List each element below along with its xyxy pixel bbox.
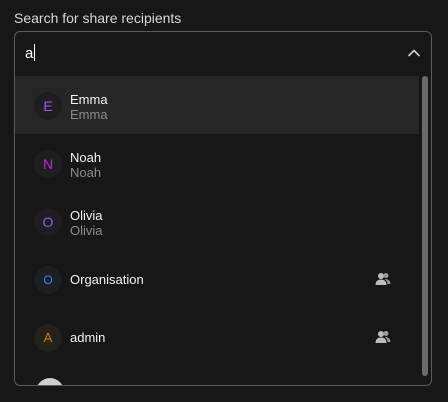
recipient-name: Emma [70,92,108,107]
avatar: E [34,92,62,120]
field-label: Search for share recipients [14,10,182,26]
search-input[interactable]: a [15,32,431,74]
avatar: O [34,266,62,294]
recipient-subtitle: Noah [70,165,102,180]
recipient-option-organisation[interactable]: O Organisation [15,250,419,308]
recipient-name: Organisation [70,272,144,287]
recipient-option-admin[interactable]: A admin [15,308,419,366]
scrollbar-thumb[interactable] [422,76,428,376]
group-icon [375,273,391,285]
recipient-option-emma[interactable]: E Emma Emma [15,76,419,134]
avatar: A [34,324,62,352]
avatar: O [34,208,62,236]
recipient-subtitle: Emma [70,107,108,122]
recipient-combobox[interactable]: a E Emma Emma N Noah Noah O Olivia Olivi… [14,31,432,386]
recipient-name: admin [70,330,106,345]
chevron-up-icon[interactable] [407,46,421,60]
list-scrollbar[interactable] [421,76,429,385]
avatar [36,378,64,385]
recipient-subtitle: Olivia [70,223,103,238]
recipient-list: E Emma Emma N Noah Noah O Olivia Olivia … [15,76,431,385]
recipient-name: Olivia [70,208,103,223]
avatar: N [34,150,62,178]
group-icon [375,331,391,343]
search-input-value: a [25,44,36,62]
recipient-name: Noah [70,150,102,165]
recipient-option-olivia[interactable]: O Olivia Olivia [15,192,419,250]
recipient-option-noah[interactable]: N Noah Noah [15,134,419,192]
text-cursor [34,44,36,61]
